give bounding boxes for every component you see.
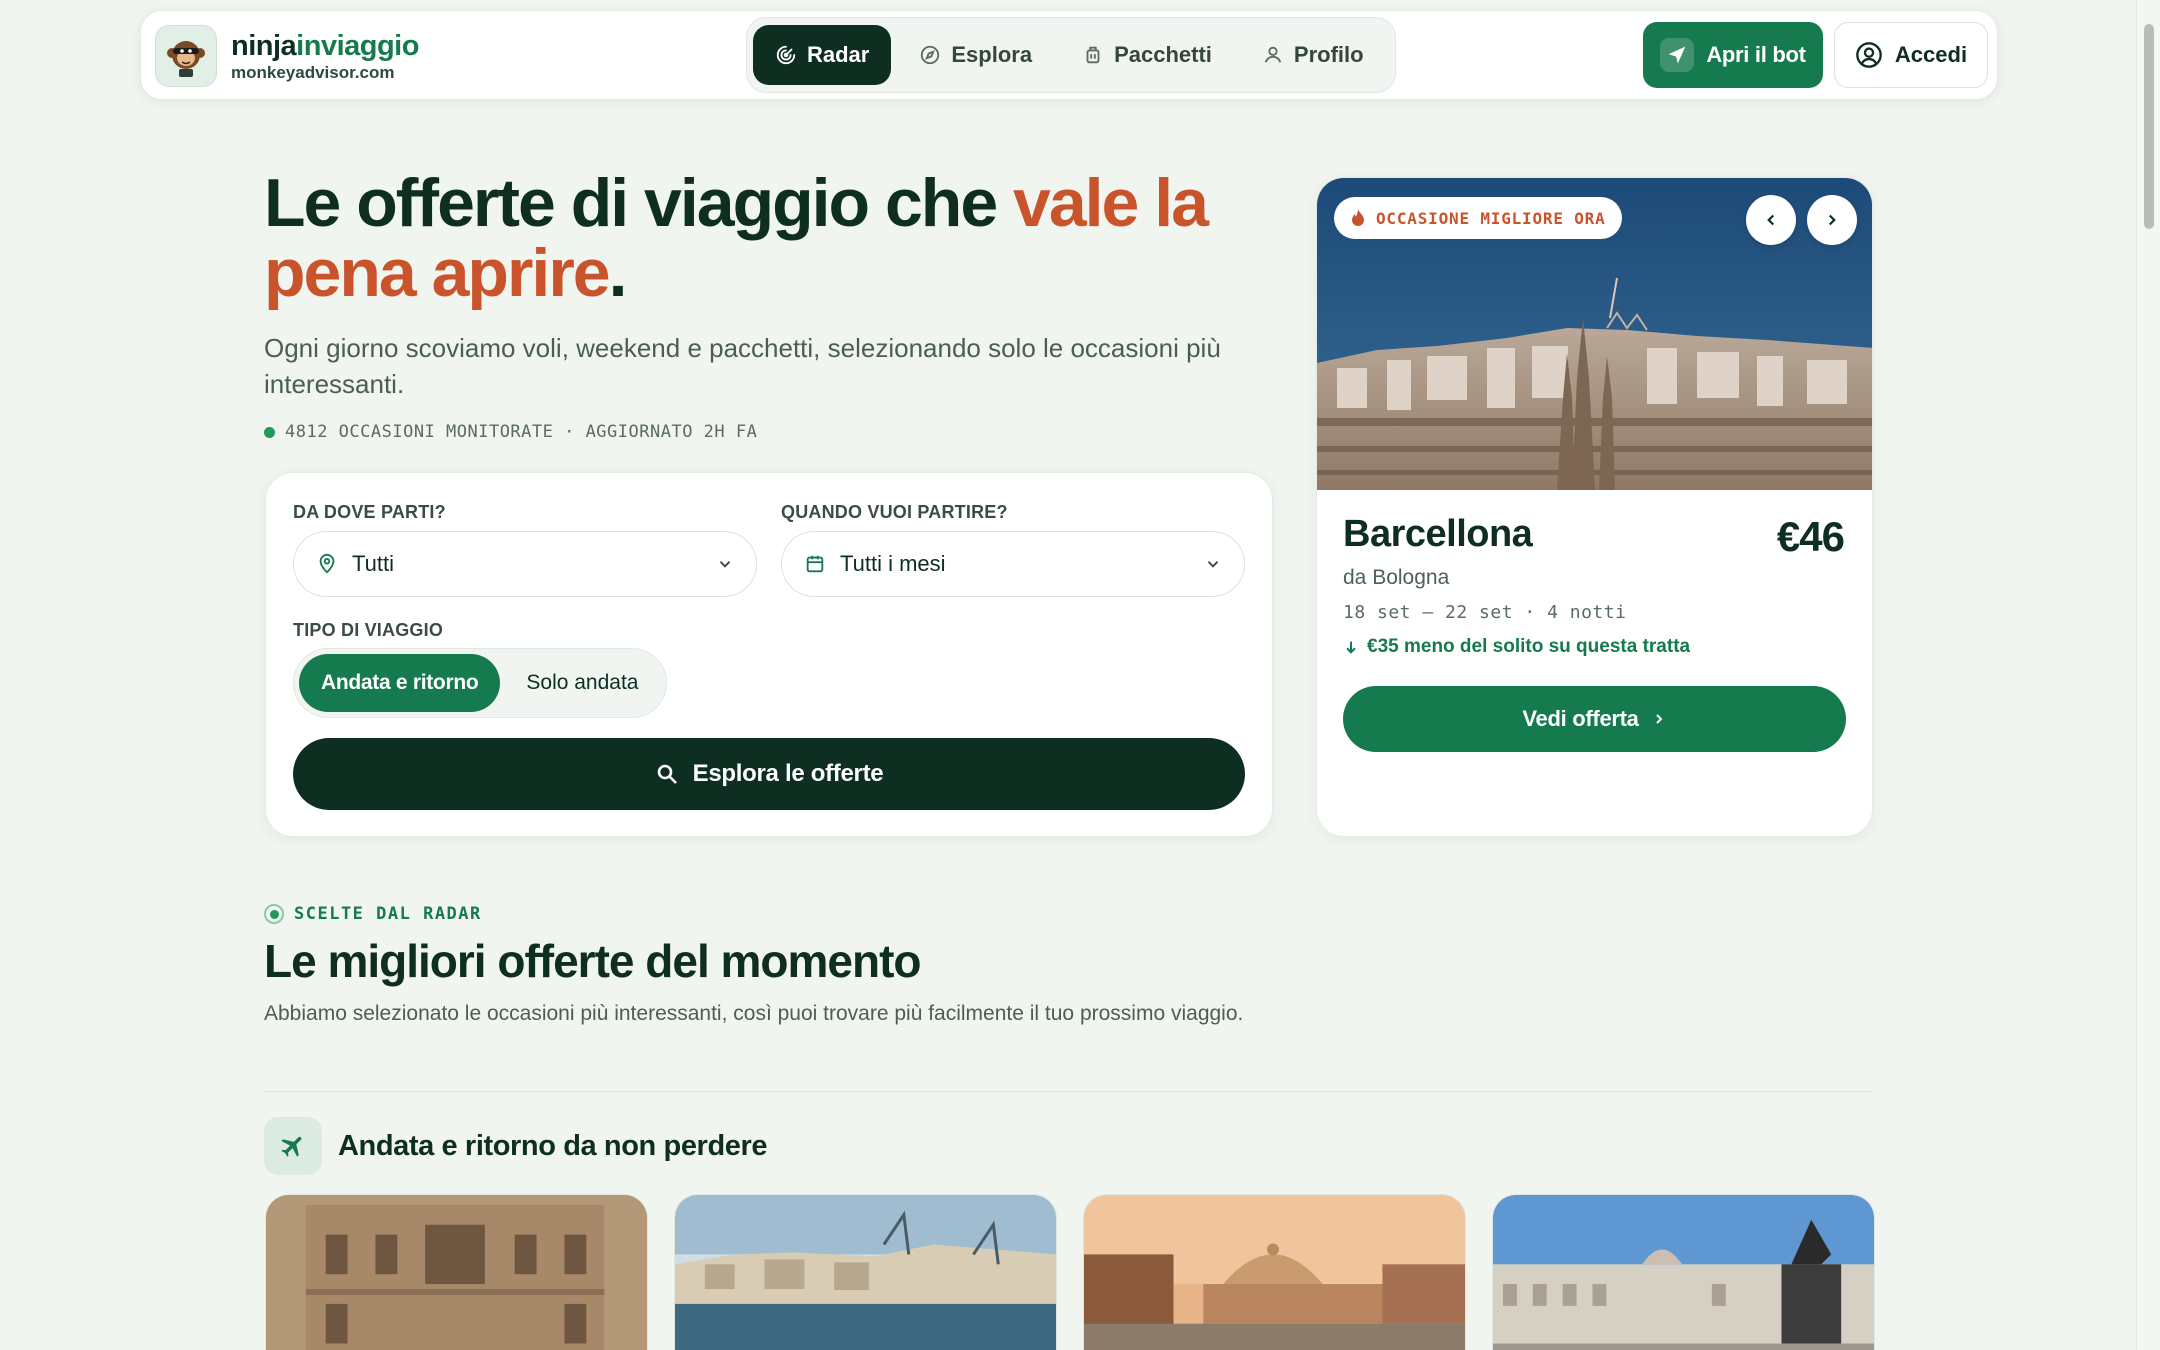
page-scrollbar[interactable] <box>2136 0 2160 1350</box>
chevron-right-icon <box>1828 214 1836 226</box>
calendar-icon <box>806 555 824 573</box>
view-offer-label: Vedi offerta <box>1522 706 1639 731</box>
chevron-right-icon <box>1655 714 1663 724</box>
palazzo-photo <box>266 1195 647 1350</box>
live-dot-icon <box>264 426 275 438</box>
hero-title: Le offerte di viaggio che vale la pena a… <box>264 165 1209 311</box>
plane-icon <box>264 1117 322 1175</box>
chevron-down-icon <box>1207 561 1219 568</box>
nav-item-label: Esplora <box>951 42 1033 67</box>
deal-tile[interactable] <box>1083 1194 1466 1350</box>
deal-price: €46 <box>1776 513 1845 560</box>
monkey-logo-icon <box>155 25 217 87</box>
scrollbar-thumb[interactable] <box>2144 24 2154 229</box>
nav-item-esplora[interactable]: Esplora <box>897 25 1054 85</box>
featured-deal-card[interactable]: OCCASIONE MIGLIORE ORA Barcellona €46 da… <box>1316 177 1873 837</box>
brand-domain: monkeyadvisor.com <box>231 62 395 82</box>
when-value: Tutti i mesi <box>840 551 946 576</box>
deal-tile[interactable] <box>1492 1194 1875 1350</box>
best-deal-badge: OCCASIONE MIGLIORE ORA <box>1334 197 1622 239</box>
view-offer-button[interactable]: Vedi offerta <box>1343 686 1846 752</box>
search-form: DA DOVE PARTI? Tutti QUANDO VUOI PARTIRE… <box>265 472 1273 837</box>
deal-city: Barcellona <box>1343 513 1533 555</box>
deal-saving: €35 meno del solito su questa tratta <box>1343 636 1690 658</box>
hero-status-text: 4812 OCCASIONI MONITORATE · AGGIORNATO 2… <box>285 422 758 442</box>
section-title: Le migliori offerte del momento <box>264 935 922 987</box>
main-nav: Radar Esplora Pacchetti Profilo <box>746 17 1396 93</box>
best-deal-badge-text: OCCASIONE MIGLIORE ORA <box>1376 208 1606 228</box>
arrow-down-icon <box>1346 641 1356 654</box>
section-eyebrow-text: SCELTE DAL RADAR <box>294 904 482 924</box>
when-select[interactable]: Tutti i mesi <box>781 531 1245 597</box>
next-deal-button[interactable] <box>1807 195 1857 245</box>
section-divider <box>264 1091 1873 1092</box>
nav-item-pacchetti[interactable]: Pacchetti <box>1060 25 1234 85</box>
deal-dates: 18 set – 22 set · 4 notti <box>1343 602 1627 623</box>
hero-subtitle: Ogni giorno scoviamo voli, weekend e pac… <box>264 333 1221 399</box>
section-eyebrow: SCELTE DAL RADAR <box>264 904 482 924</box>
radar-icon <box>776 45 796 65</box>
turin-square-photo <box>1493 1195 1874 1350</box>
brand-name: ninjainviaggio <box>231 29 419 62</box>
trip-type-label: TIPO DI VIAGGIO <box>293 620 444 640</box>
brand[interactable]: ninjainviaggio monkeyadvisor.com <box>155 25 419 87</box>
compass-icon <box>921 45 940 65</box>
deal-origin: da Bologna <box>1343 566 1450 589</box>
deal-tiles-row <box>265 1194 1875 1350</box>
chevron-left-icon <box>1767 214 1775 226</box>
deal-saving-text: €35 meno del solito su questa tratta <box>1367 636 1691 657</box>
explore-offers-label: Esplora le offerte <box>692 760 884 787</box>
send-icon <box>1660 38 1695 72</box>
hero-status: 4812 OCCASIONI MONITORATE · AGGIORNATO 2… <box>264 422 757 442</box>
search-icon <box>657 764 677 784</box>
nav-item-label: Radar <box>807 42 870 67</box>
nav-item-radar[interactable]: Radar <box>753 25 892 85</box>
open-bot-button[interactable]: Apri il bot <box>1643 22 1823 88</box>
deal-tile[interactable] <box>674 1194 1057 1350</box>
subsection-header: Andata e ritorno da non perdere <box>264 1117 768 1175</box>
prev-deal-button[interactable] <box>1746 195 1796 245</box>
nav-item-profilo[interactable]: Profilo <box>1240 25 1386 85</box>
from-label: DA DOVE PARTI? <box>293 502 446 522</box>
account-circle-icon <box>1856 42 1882 68</box>
deal-tile[interactable] <box>265 1194 648 1350</box>
luggage-icon <box>1086 46 1100 64</box>
user-icon <box>1264 46 1282 63</box>
login-label: Accedi <box>1894 42 1968 67</box>
trip-type-roundtrip[interactable]: Andata e ritorno <box>299 654 501 712</box>
subsection-title: Andata e ritorno da non perdere <box>338 1129 768 1162</box>
flame-icon <box>1352 209 1364 226</box>
trip-type-oneway[interactable]: Solo andata <box>504 654 660 712</box>
top-navbar: ninjainviaggio monkeyadvisor.com Radar E… <box>140 10 1998 100</box>
login-button[interactable]: Accedi <box>1834 22 1988 88</box>
explore-offers-button[interactable]: Esplora le offerte <box>293 738 1245 810</box>
from-select[interactable]: Tutti <box>293 531 757 597</box>
venice-photo <box>1084 1195 1465 1350</box>
section-description: Abbiamo selezionato le occasioni più int… <box>264 1002 1244 1025</box>
nav-item-label: Profilo <box>1293 42 1364 67</box>
when-label: QUANDO VUOI PARTIRE? <box>781 502 1008 522</box>
nav-item-label: Pacchetti <box>1114 42 1212 67</box>
radar-dot-icon <box>264 904 284 924</box>
trip-type-toggle: Andata e ritorno Solo andata <box>293 648 667 718</box>
harbor-photo <box>675 1195 1056 1350</box>
chevron-down-icon <box>719 561 731 568</box>
map-pin-icon <box>319 553 335 574</box>
from-value: Tutti <box>352 551 394 576</box>
open-bot-label: Apri il bot <box>1706 42 1806 67</box>
